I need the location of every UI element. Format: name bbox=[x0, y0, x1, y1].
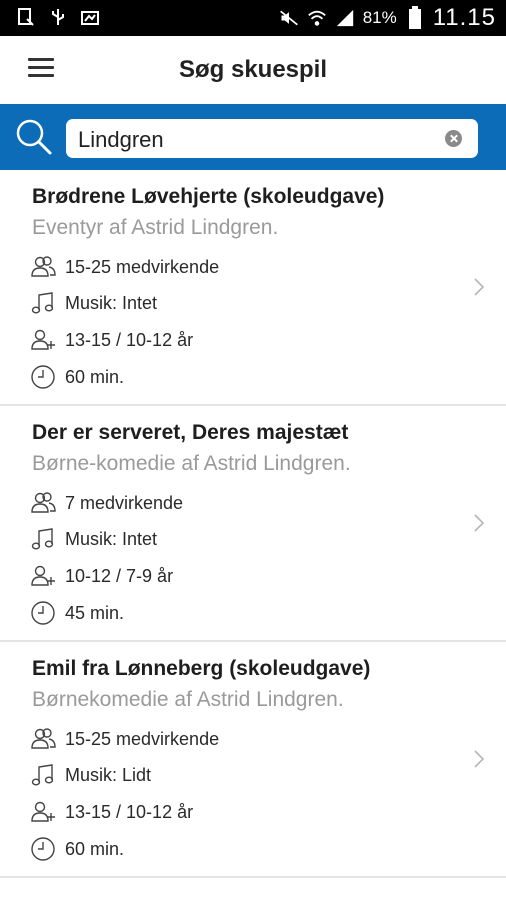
add-person-icon bbox=[31, 329, 55, 350]
age-range: 13-15 / 10-12 år bbox=[65, 801, 194, 822]
play-title: Emil fra Lønneberg (skoleudgave) bbox=[32, 657, 371, 680]
cast-row: 7 medvirkende bbox=[30, 490, 183, 516]
duration: 60 min. bbox=[65, 366, 125, 387]
battery-icon bbox=[405, 6, 425, 29]
clock-icon bbox=[31, 365, 55, 389]
music-row: Musik: Intet bbox=[30, 526, 157, 552]
music-level: Musik: Intet bbox=[65, 528, 158, 549]
status-bar: 81% 11.15 bbox=[0, 0, 506, 36]
age-row: 13-15 / 10-12 år bbox=[30, 327, 193, 353]
age-row: 13-15 / 10-12 år bbox=[30, 799, 193, 825]
status-right-icons: 81% 11.15 bbox=[279, 4, 496, 32]
list-item[interactable]: Der er serveret, Deres majestæt Børne-ko… bbox=[0, 406, 506, 642]
cast-count: 7 medvirkende bbox=[65, 492, 184, 513]
music-note-icon bbox=[31, 528, 54, 550]
people-icon bbox=[31, 256, 56, 277]
search-bar bbox=[0, 104, 506, 170]
music-level: Musik: Lidt bbox=[65, 764, 152, 785]
clock-time: 11.15 bbox=[432, 4, 496, 31]
play-subtitle: Børne-komedie af Astrid Lindgren. bbox=[32, 452, 351, 475]
age-range: 10-12 / 7-9 år bbox=[65, 565, 174, 586]
play-subtitle: Eventyr af Astrid Lindgren. bbox=[32, 216, 279, 239]
mute-icon bbox=[279, 7, 299, 29]
signal-icon bbox=[335, 7, 355, 29]
usb-icon bbox=[48, 6, 68, 28]
music-note-icon bbox=[31, 764, 54, 786]
list-item[interactable]: Emil fra Lønneberg (skoleudgave) Børneko… bbox=[0, 642, 506, 878]
search-input[interactable] bbox=[78, 127, 438, 153]
clock-icon bbox=[31, 601, 55, 625]
cast-row: 15-25 medvirkende bbox=[30, 254, 219, 280]
duration-row: 45 min. bbox=[30, 600, 124, 626]
add-person-icon bbox=[31, 801, 55, 822]
people-icon bbox=[31, 492, 56, 513]
clock-icon bbox=[31, 837, 55, 861]
notification-icon bbox=[16, 6, 36, 28]
age-row: 10-12 / 7-9 år bbox=[30, 563, 173, 589]
chevron-right-icon[interactable] bbox=[472, 276, 486, 298]
cast-count: 15-25 medvirkende bbox=[65, 256, 220, 277]
music-row: Musik: Lidt bbox=[30, 762, 151, 788]
app-bar: Søg skuespil bbox=[0, 36, 506, 104]
results-list: Brødrene Løvehjerte (skoleudgave) Eventy… bbox=[0, 170, 506, 878]
chevron-right-icon[interactable] bbox=[472, 748, 486, 770]
cast-count: 15-25 medvirkende bbox=[65, 728, 220, 749]
age-range: 13-15 / 10-12 år bbox=[65, 329, 194, 350]
search-field[interactable] bbox=[66, 119, 478, 158]
chevron-right-icon[interactable] bbox=[472, 512, 486, 534]
cast-row: 15-25 medvirkende bbox=[30, 726, 219, 752]
people-icon bbox=[31, 728, 56, 749]
clear-search-icon[interactable] bbox=[445, 130, 462, 147]
play-title: Der er serveret, Deres majestæt bbox=[32, 421, 349, 444]
play-title: Brødrene Løvehjerte (skoleudgave) bbox=[32, 185, 385, 208]
page-title: Søg skuespil bbox=[178, 56, 328, 83]
music-note-icon bbox=[31, 292, 54, 314]
wifi-icon bbox=[307, 7, 327, 29]
status-left-icons bbox=[16, 6, 100, 28]
add-person-icon bbox=[31, 565, 55, 586]
search-icon[interactable] bbox=[14, 117, 54, 157]
duration-row: 60 min. bbox=[30, 836, 124, 862]
music-row: Musik: Intet bbox=[30, 290, 157, 316]
list-item[interactable]: Brødrene Løvehjerte (skoleudgave) Eventy… bbox=[0, 170, 506, 406]
duration: 60 min. bbox=[65, 838, 125, 859]
duration-row: 60 min. bbox=[30, 364, 124, 390]
image-notification-icon bbox=[80, 6, 100, 28]
duration: 45 min. bbox=[65, 602, 125, 623]
play-subtitle: Børnekomedie af Astrid Lindgren. bbox=[32, 688, 344, 711]
music-level: Musik: Intet bbox=[65, 292, 158, 313]
battery-percent: 81% bbox=[362, 8, 397, 27]
